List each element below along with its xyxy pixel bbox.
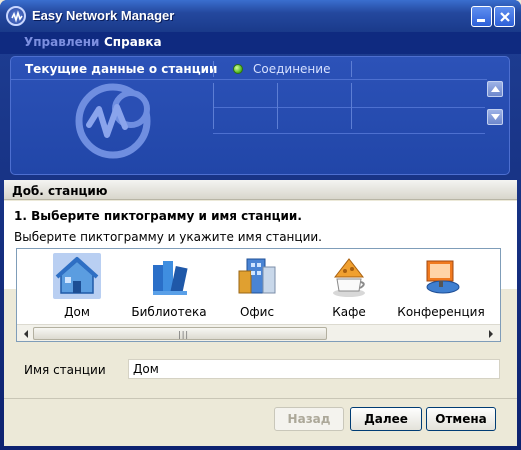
divider xyxy=(351,83,352,129)
title-bar[interactable]: Easy Network Manager xyxy=(0,0,521,32)
list-item-conference[interactable]: Конференция xyxy=(397,253,485,319)
step-title: 1. Выберите пиктограмму и имя станции. xyxy=(14,209,302,223)
station-icon-list[interactable]: Дом Библиотека Офис Кафе Конференция ||| xyxy=(16,248,501,342)
list-item-home[interactable]: Дом xyxy=(37,253,117,319)
conference-icon xyxy=(417,253,465,299)
section-title: Доб. станцию xyxy=(12,184,108,198)
section-header: Доб. станцию xyxy=(4,180,517,200)
divider xyxy=(351,61,352,77)
scrollbar-thumb[interactable]: ||| xyxy=(33,327,327,340)
horizontal-scrollbar[interactable]: ||| xyxy=(17,324,500,341)
minimize-button[interactable] xyxy=(471,6,492,27)
scroll-down-button[interactable] xyxy=(487,109,503,125)
house-icon xyxy=(53,253,101,299)
grip-icon: ||| xyxy=(178,330,190,339)
station-status-panel: Текущие данные о станции Соединение xyxy=(10,56,510,175)
close-icon xyxy=(500,12,510,22)
list-item-library[interactable]: Библиотека xyxy=(129,253,209,319)
cafe-icon xyxy=(325,253,373,299)
divider xyxy=(213,133,485,134)
menu-help[interactable]: Справка xyxy=(104,35,162,49)
icon-label: Конференция xyxy=(397,305,485,319)
station-name-input[interactable] xyxy=(128,359,500,379)
divider xyxy=(213,83,214,129)
divider xyxy=(213,61,214,77)
divider xyxy=(213,107,485,108)
window-title: Easy Network Manager xyxy=(32,8,175,23)
library-icon xyxy=(145,253,193,299)
cancel-button[interactable]: Отмена xyxy=(426,407,496,431)
scroll-right-icon[interactable] xyxy=(486,328,496,338)
app-window: Easy Network Manager Управлени Справка Т… xyxy=(0,0,521,450)
divider xyxy=(277,83,278,129)
scroll-up-button[interactable] xyxy=(487,81,503,97)
network-logo-icon xyxy=(73,79,157,163)
back-button[interactable]: Назад xyxy=(274,407,344,431)
list-item-cafe[interactable]: Кафе xyxy=(309,253,389,319)
connection-label: Соединение xyxy=(253,62,331,76)
icon-label: Дом xyxy=(64,305,90,319)
step-description: Выберите пиктограмму и укажите имя станц… xyxy=(14,230,322,244)
status-header: Текущие данные о станции Соединение xyxy=(11,57,509,79)
app-logo-icon xyxy=(6,6,26,26)
button-bar: Назад Далее Отмена xyxy=(4,398,517,446)
office-icon xyxy=(233,253,281,299)
scroll-left-icon[interactable] xyxy=(21,328,31,338)
icon-label: Кафе xyxy=(332,305,366,319)
menu-manage[interactable]: Управлени xyxy=(24,35,99,49)
icon-label: Офис xyxy=(239,305,275,319)
connection-status-icon xyxy=(233,64,243,74)
station-name-label: Имя станции xyxy=(24,363,106,377)
status-title: Текущие данные о станции xyxy=(25,62,218,76)
close-button[interactable] xyxy=(494,6,515,27)
next-button[interactable]: Далее xyxy=(350,407,422,431)
add-station-wizard: Доб. станцию 1. Выберите пиктограмму и и… xyxy=(4,180,517,446)
list-item-office[interactable]: Офис xyxy=(217,253,297,319)
menu-bar: Управлени Справка xyxy=(0,32,521,54)
